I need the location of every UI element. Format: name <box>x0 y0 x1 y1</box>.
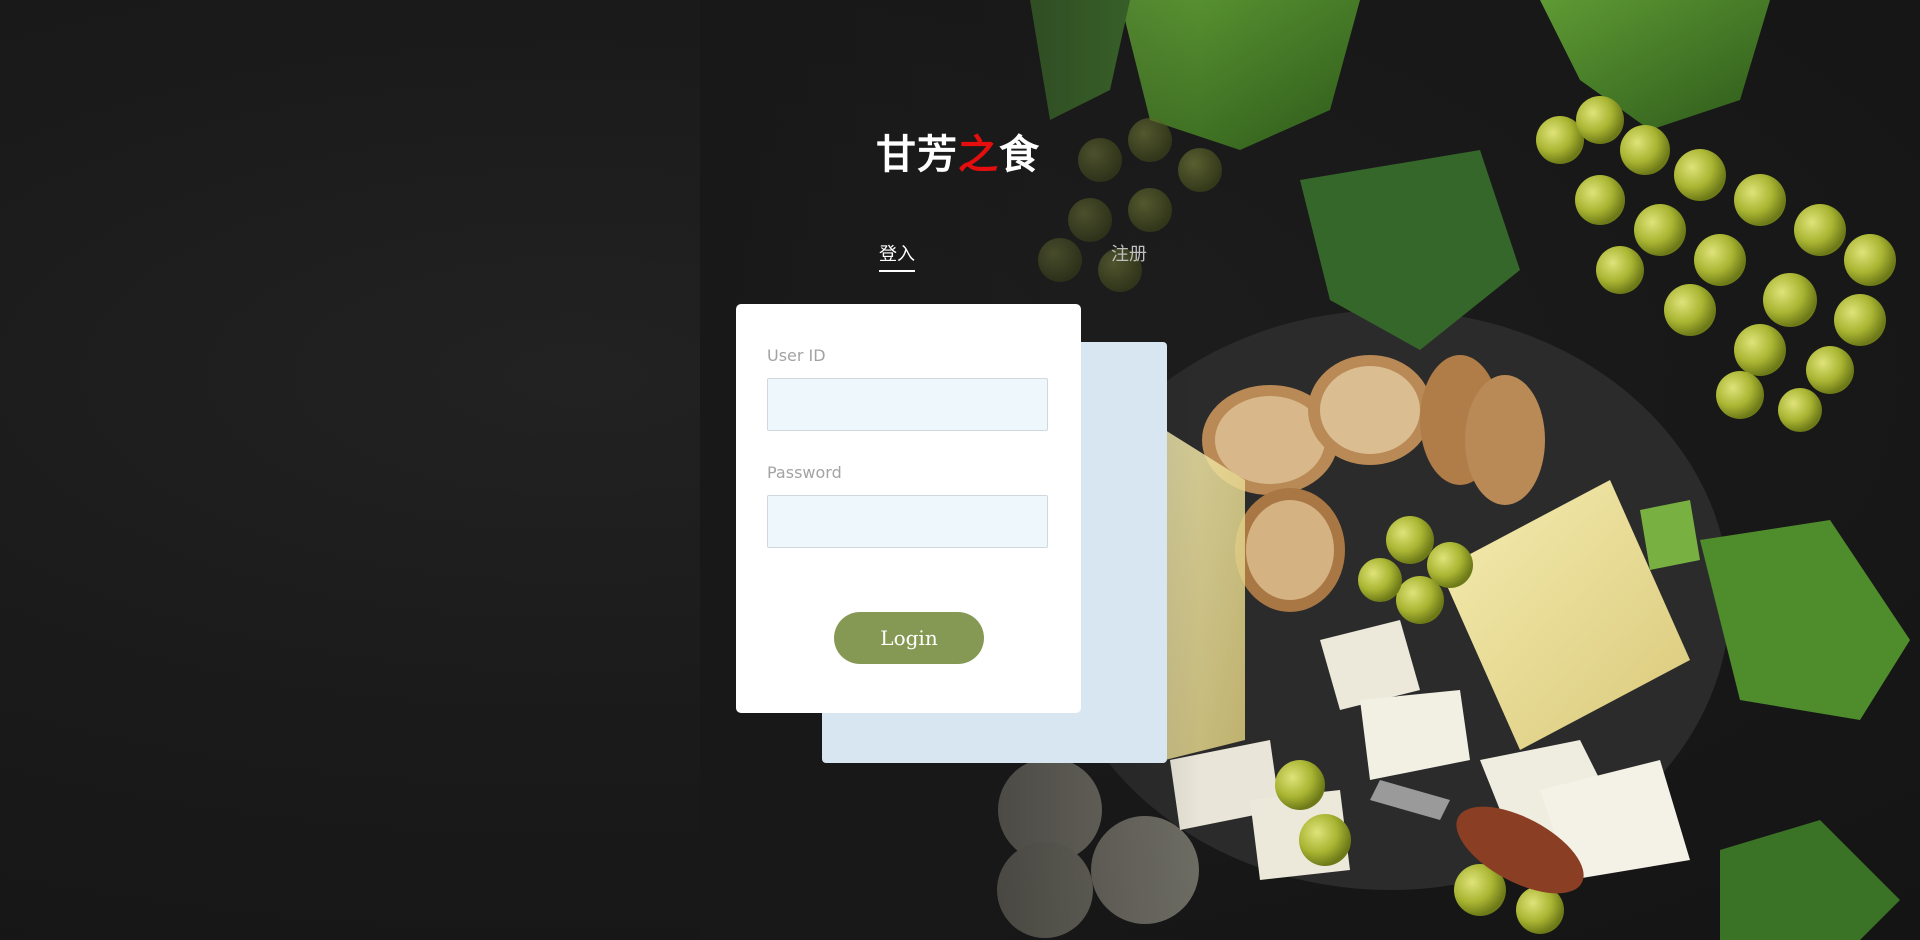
brand-part2: 食 <box>999 132 1040 178</box>
login-card: User ID Password Login <box>736 304 1081 713</box>
login-page: 甘芳之食 登入 注册 User ID Password Login <box>0 0 1920 940</box>
brand-part1: 甘芳 <box>876 132 958 178</box>
brand-logo: 甘芳之食 <box>876 122 1040 180</box>
brand-accent: 之 <box>958 132 999 178</box>
password-label: Password <box>767 463 842 482</box>
user-id-label: User ID <box>767 346 826 365</box>
user-id-input[interactable] <box>767 378 1048 431</box>
login-button[interactable]: Login <box>834 612 984 664</box>
tab-login[interactable]: 登入 <box>879 240 915 272</box>
auth-tabs: 登入 注册 <box>860 240 1160 280</box>
tab-register[interactable]: 注册 <box>1111 240 1147 270</box>
password-input[interactable] <box>767 495 1048 548</box>
